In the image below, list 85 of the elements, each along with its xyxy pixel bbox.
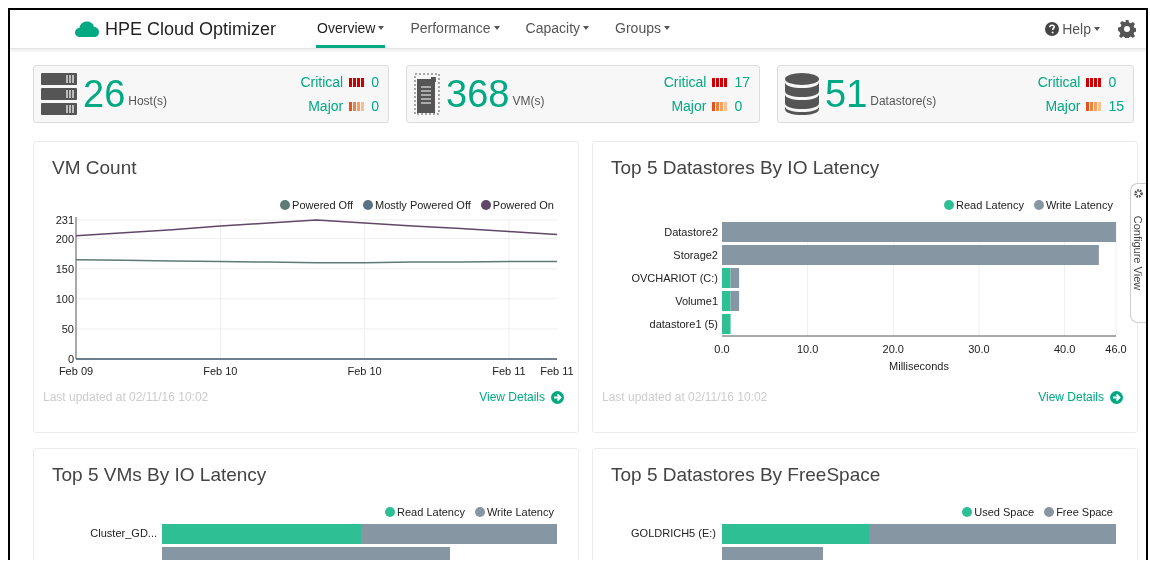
nav-tab[interactable]: Capacity — [524, 10, 591, 48]
legend-label: Powered On — [492, 199, 554, 211]
major-label: Major — [670, 98, 707, 114]
critical-count: 0 — [371, 74, 379, 90]
x-tick-label: 10.0 — [796, 343, 819, 355]
x-tick-label: Feb 09 — [58, 365, 94, 377]
caret-icon — [663, 25, 670, 30]
bar — [722, 314, 731, 334]
legend-label: Write Latency — [1045, 199, 1113, 211]
count-value: 368 — [446, 75, 510, 113]
x-tick-label: Feb 10 — [347, 365, 382, 377]
axis-title: Milliseconds — [889, 360, 949, 372]
legend-label: Read Latency — [956, 199, 1024, 211]
critical-label: Critical — [300, 74, 344, 90]
category-label: Cluster_GD... — [90, 527, 157, 539]
category-label: GOLDRICH5 (E:) — [631, 527, 716, 539]
configure-view-tab[interactable]: Configure View — [1130, 183, 1146, 323]
x-tick-label: 0.0 — [714, 343, 730, 355]
bar — [722, 268, 731, 288]
bar — [730, 291, 740, 311]
major-count: 0 — [734, 98, 744, 114]
card-title: Top 5 Datastores By FreeSpace — [611, 463, 881, 487]
category-label: Volume1 — [675, 295, 718, 307]
caret-icon — [1094, 27, 1100, 31]
x-tick-label: Feb 11 — [540, 365, 574, 377]
critical-label: Critical — [1037, 74, 1081, 90]
help-menu[interactable]: Help — [1045, 21, 1100, 37]
legend-label: Free Space — [1056, 506, 1113, 518]
x-tick-label: Feb 10 — [203, 365, 238, 377]
card-title: VM Count — [52, 156, 137, 180]
app-title: HPE Cloud Optimizer — [105, 18, 277, 40]
x-tick-label: 30.0 — [968, 343, 990, 355]
major-label: Major — [1044, 98, 1081, 114]
caret-icon — [493, 25, 500, 30]
count-value: 51 — [825, 75, 868, 113]
count-unit: Host(s) — [128, 94, 167, 108]
x-tick-label: Feb 11 — [492, 365, 526, 377]
cloud-logo-icon — [74, 20, 100, 38]
severity-major-icon — [349, 101, 366, 111]
severity-major-icon — [712, 101, 729, 111]
severity-critical-icon — [349, 77, 366, 87]
major-count: 0 — [371, 98, 379, 114]
legend-label: Mostly Powered Off — [375, 199, 471, 211]
help-icon — [1045, 22, 1060, 36]
legend-label: Powered Off — [292, 199, 354, 211]
nav-tab[interactable]: Overview — [316, 10, 386, 48]
legend-label: Write Latency — [486, 506, 554, 518]
severity-critical-icon — [1086, 77, 1103, 87]
x-tick-label: 40.0 — [1053, 343, 1076, 355]
legend-label: Used Space — [974, 506, 1035, 518]
critical-label: Critical — [663, 74, 707, 90]
y-tick-label: 200 — [55, 232, 74, 245]
y-tick-label: 150 — [55, 262, 74, 275]
arrow-circle-icon — [1110, 391, 1123, 404]
x-tick-label: 46.0 — [1105, 343, 1127, 355]
bar — [730, 268, 740, 288]
y-tick-label: 100 — [55, 292, 74, 305]
count-unit: VM(s) — [512, 94, 545, 108]
y-tick-label: 0 — [67, 353, 74, 365]
caret-icon — [378, 25, 385, 30]
critical-count: 0 — [1108, 74, 1118, 90]
y-tick-label: 231 — [55, 214, 74, 226]
legend-label: Read Latency — [397, 506, 465, 518]
y-tick-label: 50 — [61, 322, 74, 335]
count-value: 26 — [83, 75, 126, 113]
severity-major-icon — [1086, 101, 1103, 111]
major-count: 15 — [1108, 98, 1124, 114]
database-icon — [785, 73, 819, 115]
critical-count: 17 — [734, 74, 750, 90]
category-label: Datastore2 — [664, 226, 718, 238]
server-rack-icon — [41, 73, 77, 115]
count-unit: Datastore(s) — [870, 94, 937, 108]
nav-tab[interactable]: Groups — [614, 10, 671, 48]
category-label: Storage2 — [673, 249, 718, 261]
bar — [722, 291, 731, 311]
category-label: OVCHARIOT (C:) — [631, 272, 718, 284]
caret-icon — [583, 25, 590, 30]
category-label: datastore1 (5) — [649, 318, 718, 330]
card-title: Top 5 VMs By IO Latency — [52, 463, 267, 487]
severity-critical-icon — [712, 77, 729, 87]
card-title: Top 5 Datastores By IO Latency — [611, 156, 880, 180]
arrow-circle-icon — [551, 391, 564, 404]
nav-tab[interactable]: Performance — [409, 10, 501, 48]
x-tick-label: 20.0 — [882, 343, 904, 355]
major-label: Major — [307, 98, 344, 114]
